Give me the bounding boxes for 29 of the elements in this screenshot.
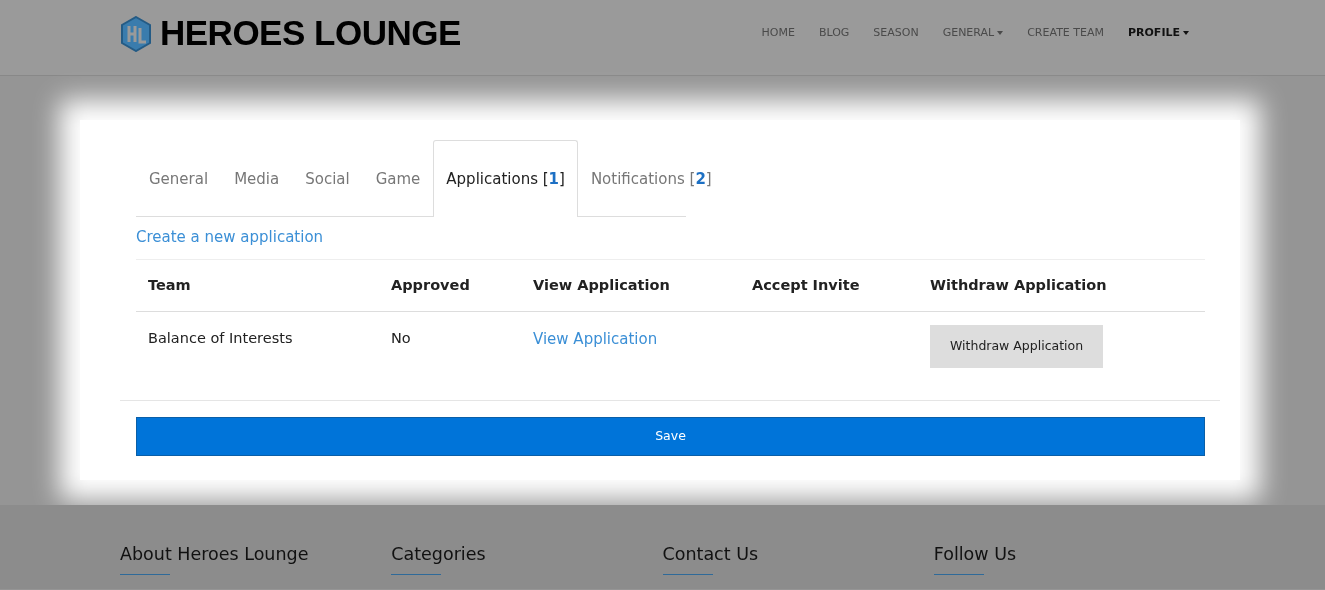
tab[interactable]: Notifications [2] xyxy=(577,140,725,217)
footer-heading: Contact Us xyxy=(662,543,759,566)
nav-link[interactable]: SEASON xyxy=(873,25,919,42)
column-header: Team xyxy=(136,259,379,313)
team-name: Balance of Interests xyxy=(148,330,293,347)
logo-icon xyxy=(120,15,152,52)
approved-status: No xyxy=(391,330,411,347)
tab[interactable]: Social xyxy=(292,140,363,217)
tab[interactable]: Game xyxy=(362,140,434,217)
nav-link[interactable]: CREATE TEAM xyxy=(1027,25,1104,42)
column-header: Approved xyxy=(379,259,521,313)
withdraw-button[interactable]: Withdraw Application xyxy=(930,325,1104,368)
footer-heading: Follow Us xyxy=(933,543,1017,566)
save-button[interactable]: Save xyxy=(136,417,1205,456)
tab[interactable]: Media xyxy=(221,140,293,217)
tab[interactable]: General xyxy=(136,140,222,217)
footer-heading: About Heroes Lounge xyxy=(120,543,309,566)
nav-dropdown[interactable]: GENERAL xyxy=(942,25,1004,42)
nav-dropdown[interactable]: PROFILE xyxy=(1128,25,1189,42)
view-application-link[interactable]: View Application xyxy=(533,330,658,349)
tab[interactable]: Applications [1] xyxy=(433,140,578,217)
nav-link[interactable]: HOME xyxy=(761,25,795,42)
footer-heading: Categories xyxy=(391,543,486,566)
column-header: View Application xyxy=(521,259,740,313)
column-header: Withdraw Application xyxy=(918,259,1205,313)
column-header: Accept Invite xyxy=(740,259,918,313)
nav-link[interactable]: BLOG xyxy=(818,25,850,42)
site-logo-text[interactable]: HEROES LOUNGE xyxy=(160,7,461,60)
create-application-link[interactable]: Create a new application xyxy=(136,227,324,246)
